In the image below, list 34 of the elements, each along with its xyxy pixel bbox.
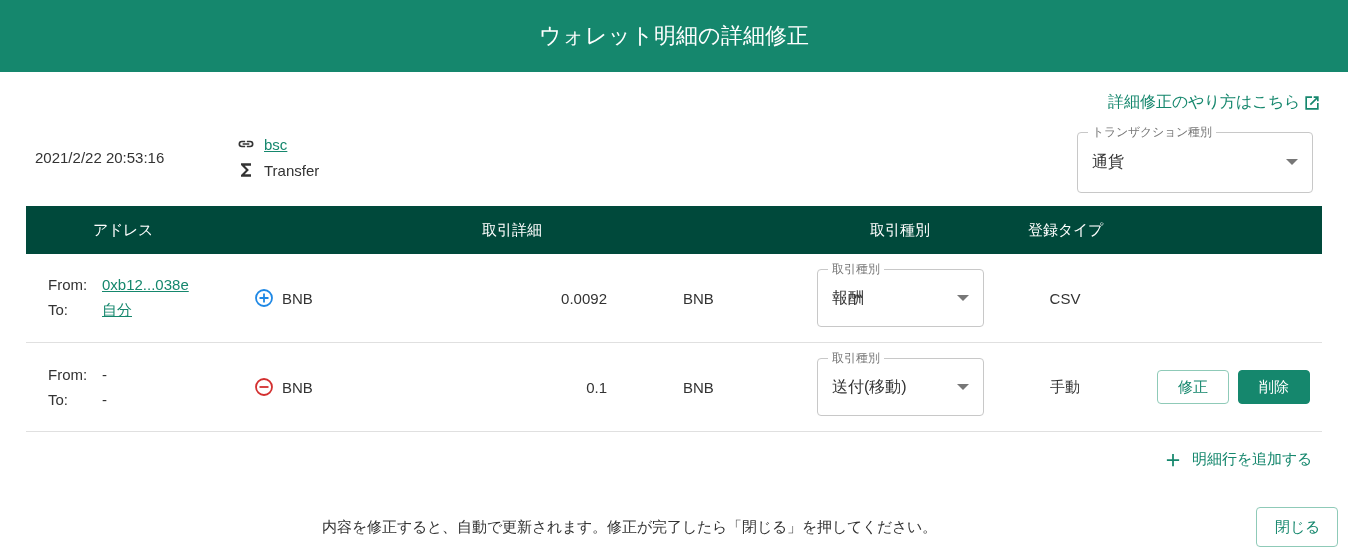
window-title: ウォレット明細の詳細修正 (539, 22, 809, 50)
footer-message: 内容を修正すると、自動で更新されます。修正が完了したら「閉じる」を押してください。 (321, 517, 937, 537)
column-header: 取引種別 (870, 220, 930, 238)
close-button[interactable]: 閉じる (1256, 507, 1338, 547)
to-label: To: (48, 391, 69, 408)
to-label: To: (48, 301, 69, 320)
address-text: - (102, 366, 107, 383)
transaction-datetime: 2021/2/22 20:53:16 (35, 148, 166, 166)
asset-text: BNB (282, 289, 313, 307)
column-header: 登録タイプ (1027, 220, 1103, 238)
caret-icon (1286, 159, 1298, 165)
register-type-text: CSV (1049, 289, 1081, 307)
plus-icon (1166, 452, 1180, 467)
currency-text: BNB (683, 378, 714, 396)
edit-button[interactable]: 修正 (1157, 370, 1229, 404)
currency-text: BNB (683, 289, 714, 307)
delete-button[interactable]: 削除 (1238, 370, 1310, 404)
add-row-button[interactable]: 明細行を追加する (1166, 446, 1312, 473)
address-text: - (102, 391, 107, 408)
column-header: アドレス (93, 220, 153, 238)
help-link[interactable]: 詳細修正のやり方はこちら (1108, 92, 1300, 113)
amount-text: 0.1 (586, 378, 607, 396)
from-label: From: (48, 366, 89, 383)
address-link[interactable]: 0xb12...038e (102, 276, 189, 293)
asset-text: BNB (282, 378, 313, 396)
method-text: Transfer (264, 161, 320, 179)
network-link[interactable]: bsc (264, 135, 288, 153)
address-link[interactable]: 自分 (102, 301, 132, 320)
caret-icon (957, 384, 969, 390)
caret-icon (957, 295, 969, 301)
column-header: 取引詳細 (482, 220, 542, 238)
from-label: From: (48, 276, 89, 293)
amount-text: 0.0092 (561, 289, 607, 307)
register-type-text: 手動 (1050, 377, 1080, 395)
